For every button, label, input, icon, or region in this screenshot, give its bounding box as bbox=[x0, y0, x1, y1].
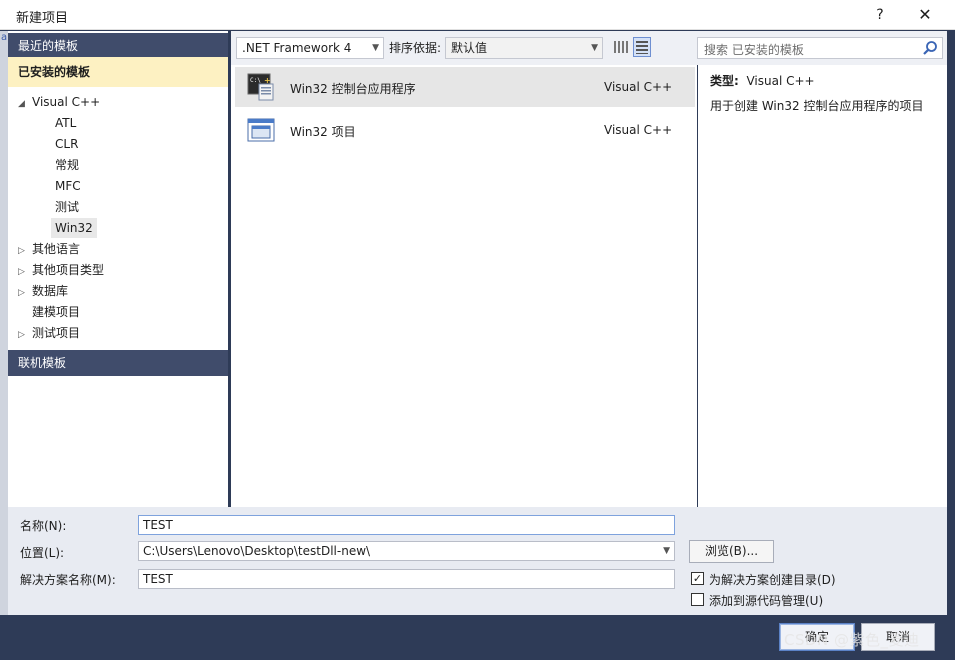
window-edge bbox=[0, 31, 8, 615]
search-placeholder: 搜索 已安装的模板 bbox=[704, 43, 804, 57]
svg-text:+: + bbox=[264, 76, 271, 85]
template-item-win32-project[interactable]: Win32 项目 Visual C++ bbox=[235, 110, 695, 150]
sort-value: 默认值 bbox=[451, 41, 488, 55]
template-description: 用于创建 Win32 控制台应用程序的项目 bbox=[710, 99, 924, 113]
solution-name-label: 解决方案名称(M): bbox=[20, 573, 116, 587]
source-control-label[interactable]: 添加到源代码管理(U) bbox=[709, 592, 823, 609]
collapsed-arrow-icon[interactable]: ▷ bbox=[18, 241, 32, 261]
type-value: Visual C++ bbox=[746, 74, 815, 88]
template-language: Visual C++ bbox=[604, 123, 673, 137]
recent-templates-header[interactable]: 最近的模板 bbox=[8, 33, 228, 59]
tree-item-database[interactable]: ▷ 数据库 bbox=[18, 281, 68, 301]
solution-name-input[interactable]: TEST bbox=[138, 569, 675, 589]
template-details-panel: 类型: Visual C++ 用于创建 Win32 控制台应用程序的项目 bbox=[698, 65, 947, 507]
create-directory-checkbox[interactable]: ✓ bbox=[691, 572, 704, 585]
tree-item-test[interactable]: 测试 bbox=[55, 197, 79, 217]
window-app-icon bbox=[247, 116, 275, 144]
console-app-icon: C:\ + bbox=[247, 73, 275, 101]
chevron-down-icon: ▼ bbox=[591, 43, 598, 53]
tree-item-other-project-types[interactable]: ▷ 其他项目类型 bbox=[18, 260, 104, 280]
chevron-down-icon: ▼ bbox=[372, 43, 379, 53]
watermark: CSDN @紫色_麦迪 bbox=[784, 631, 920, 649]
project-form: 名称(N): TEST 位置(L): C:\Users\Lenovo\Deskt… bbox=[8, 507, 947, 615]
template-item-win32-console[interactable]: C:\ + Win32 控制台应用程序 Visual C++ bbox=[235, 67, 695, 107]
project-name-input[interactable]: TEST bbox=[138, 515, 675, 535]
tree-item-clr[interactable]: CLR bbox=[55, 134, 78, 154]
browse-button[interactable]: 浏览(B)... bbox=[689, 540, 774, 563]
online-templates-header[interactable]: 联机模板 bbox=[8, 350, 228, 376]
template-categories-panel: 最近的模板 已安装的模板 ◢ Visual C++ ATL CLR 常规 MFC … bbox=[8, 31, 228, 507]
collapsed-arrow-icon[interactable]: ▷ bbox=[18, 325, 32, 345]
tree-item-label: Visual C++ bbox=[32, 95, 101, 109]
expanded-arrow-icon[interactable]: ◢ bbox=[18, 94, 32, 114]
sort-select[interactable]: 默认值 ▼ bbox=[445, 37, 603, 59]
tree-item-modeling[interactable]: 建模项目 bbox=[32, 302, 80, 322]
create-directory-label[interactable]: 为解决方案创建目录(D) bbox=[709, 571, 836, 588]
template-type: 类型: Visual C++ bbox=[710, 72, 815, 89]
type-label: 类型: bbox=[710, 74, 739, 88]
tree-item-general[interactable]: 常规 bbox=[55, 155, 79, 175]
help-button[interactable]: ? bbox=[864, 3, 896, 27]
tree-item-label: 其他语言 bbox=[32, 242, 81, 256]
tree-item-label: 其他项目类型 bbox=[32, 263, 105, 277]
framework-value: .NET Framework 4 bbox=[242, 41, 352, 55]
template-name: Win32 控制台应用程序 bbox=[290, 82, 416, 96]
edge-letter: a bbox=[1, 32, 8, 43]
tree-item-other-languages[interactable]: ▷ 其他语言 bbox=[18, 239, 80, 259]
tree-item-test-projects[interactable]: ▷ 测试项目 bbox=[18, 323, 80, 343]
dialog-title: 新建项目 bbox=[16, 11, 69, 26]
template-toolbar: .NET Framework 4 ▼ 排序依据: 默认值 ▼ 搜索 已安装的模板 bbox=[231, 31, 947, 65]
name-label: 名称(N): bbox=[20, 519, 67, 533]
location-value: C:\Users\Lenovo\Desktop\testDll-new\ bbox=[143, 544, 371, 558]
tree-item-visual-cpp[interactable]: ◢ Visual C++ bbox=[18, 92, 100, 112]
template-language: Visual C++ bbox=[604, 80, 673, 94]
dialog-button-bar: 确定 取消 CSDN @紫色_麦迪 bbox=[0, 615, 955, 660]
location-input[interactable]: C:\Users\Lenovo\Desktop\testDll-new\ ▼ bbox=[138, 541, 675, 561]
framework-select[interactable]: .NET Framework 4 ▼ bbox=[236, 37, 384, 59]
tree-item-win32[interactable]: Win32 bbox=[51, 218, 97, 238]
tree-item-label: 数据库 bbox=[32, 284, 69, 298]
tree-item-atl[interactable]: ATL bbox=[55, 113, 76, 133]
title-bar: 新建项目 ? ✕ bbox=[0, 0, 955, 30]
sort-label: 排序依据: bbox=[389, 41, 442, 55]
template-search-input[interactable]: 搜索 已安装的模板 bbox=[697, 37, 943, 59]
svg-text:C:\: C:\ bbox=[250, 77, 261, 84]
template-name: Win32 项目 bbox=[290, 125, 356, 139]
small-icons-view-icon[interactable] bbox=[611, 37, 629, 57]
template-list: C:\ + Win32 控制台应用程序 Visual C++ Win32 项目 … bbox=[231, 65, 697, 507]
location-label: 位置(L): bbox=[20, 546, 65, 560]
installed-templates-header[interactable]: 已安装的模板 bbox=[8, 57, 228, 87]
source-control-checkbox[interactable] bbox=[691, 593, 704, 606]
chevron-down-icon[interactable]: ▼ bbox=[663, 542, 670, 560]
search-icon[interactable] bbox=[922, 40, 938, 56]
collapsed-arrow-icon[interactable]: ▷ bbox=[18, 262, 32, 282]
tree-item-mfc[interactable]: MFC bbox=[55, 176, 81, 196]
details-view-icon[interactable] bbox=[633, 37, 651, 57]
tree-item-label: 测试项目 bbox=[32, 326, 81, 340]
collapsed-arrow-icon[interactable]: ▷ bbox=[18, 283, 32, 303]
close-button[interactable]: ✕ bbox=[908, 3, 942, 27]
